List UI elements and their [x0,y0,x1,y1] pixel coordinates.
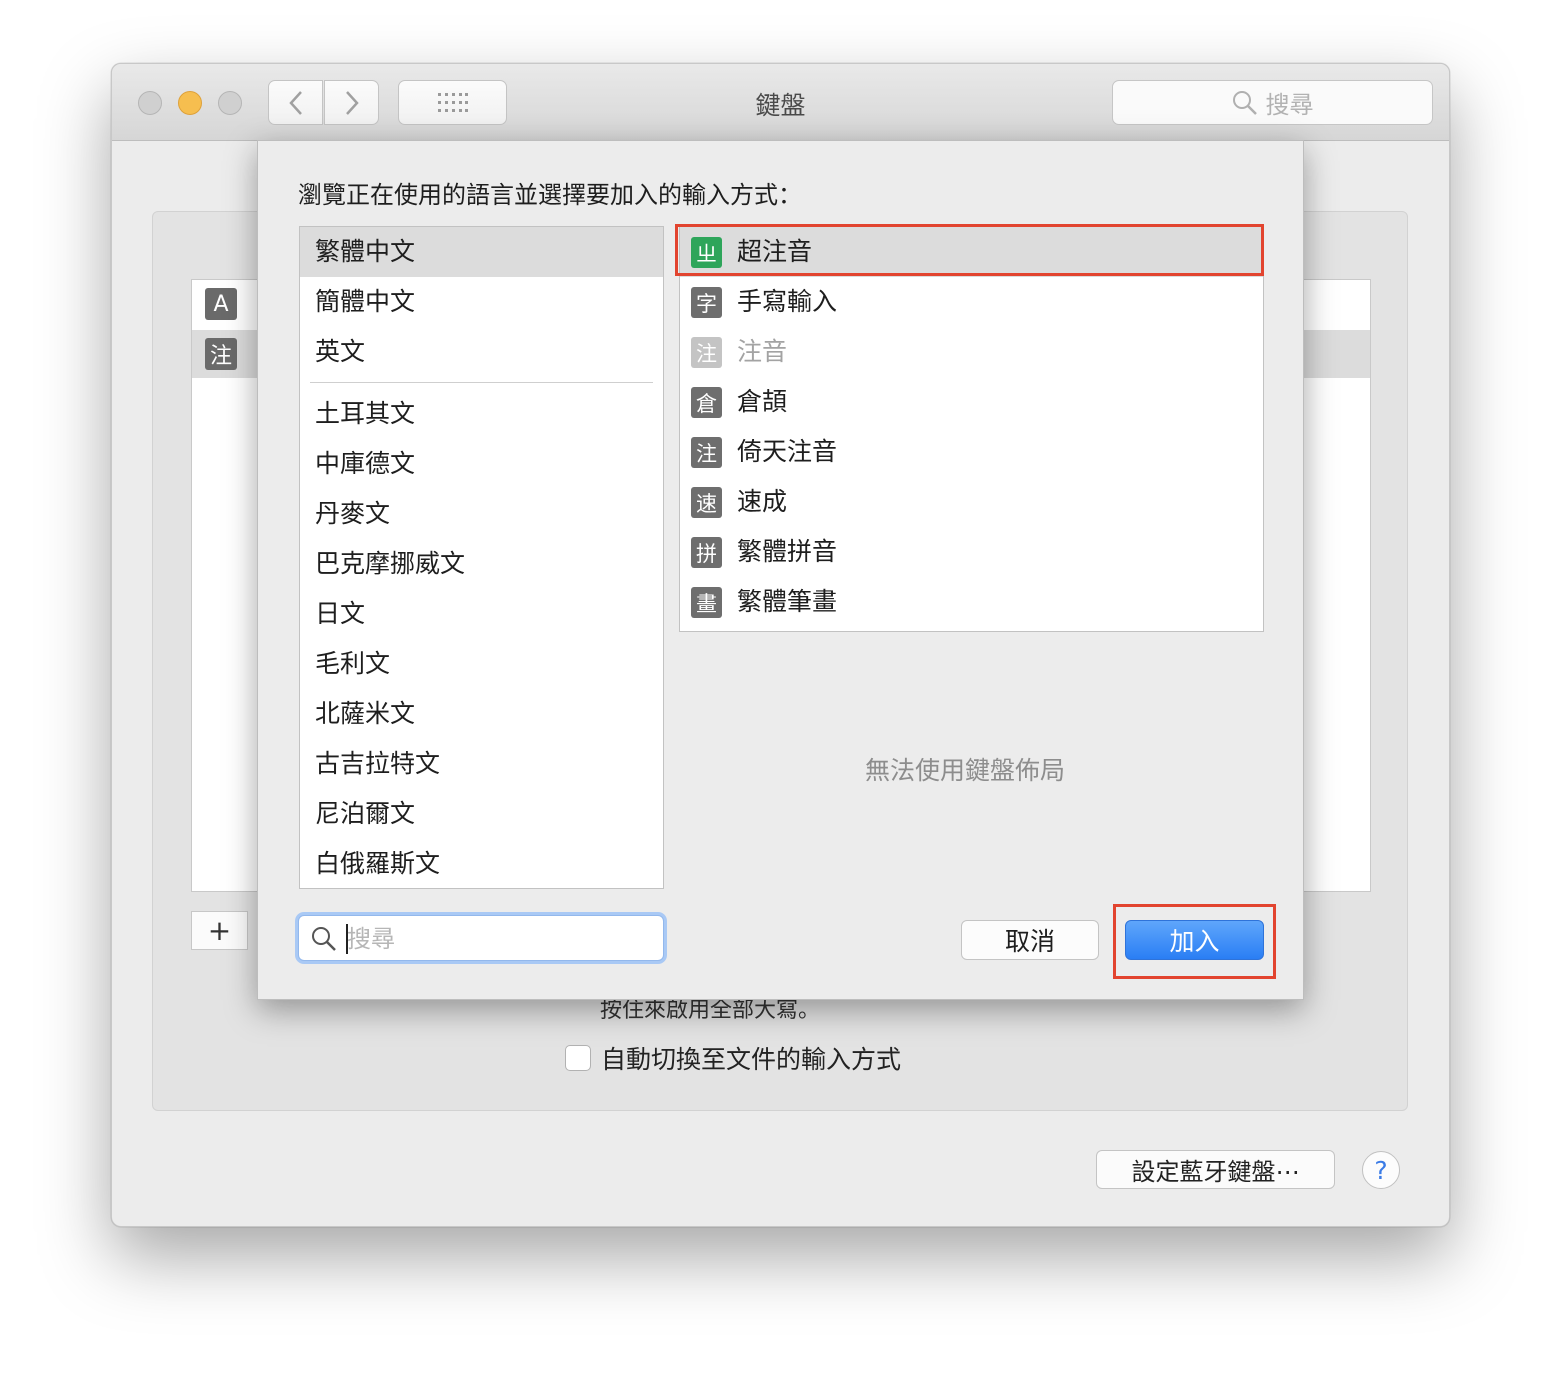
input-method-label: 繁體拼音 [737,537,838,566]
input-source-icon: 注 [205,338,237,370]
language-search-field[interactable] [298,915,664,961]
search-icon [1232,90,1257,115]
language-item[interactable]: 白俄羅斯文 [300,839,663,888]
language-item[interactable]: 巴克摩挪威文 [300,539,663,589]
input-method-label: 倉頡 [737,387,788,416]
stroke-icon: 畫 [691,587,722,618]
sucheng-icon: 速 [691,487,722,518]
input-method-item[interactable]: 畫 繁體筆畫 [680,577,1263,627]
language-item[interactable]: 中庫德文 [300,439,663,489]
language-item[interactable]: 北薩米文 [300,689,663,739]
zhuyin-eten-icon: 注 [691,437,722,468]
input-method-label: 速成 [737,487,788,516]
input-method-label: 注音 [737,337,788,366]
zhuyin-icon: ㄓ [691,237,722,268]
language-divider [310,382,653,383]
input-method-item[interactable]: 倉 倉頡 [680,377,1263,427]
help-button[interactable]: ? [1362,1151,1400,1189]
input-method-label: 超注音 [737,237,813,266]
language-item[interactable]: 尼泊爾文 [300,789,663,839]
language-item[interactable]: 土耳其文 [300,389,663,439]
language-search-input[interactable] [345,921,649,957]
language-item[interactable]: 英文 [300,327,663,377]
auto-switch-checkbox[interactable]: 自動切換至文件的輸入方式 [565,1040,901,1076]
input-method-item[interactable]: ㄓ 超注音 [680,227,1263,277]
add-button[interactable]: 加入 [1125,920,1264,960]
handwriting-icon: 字 [691,287,722,318]
input-source-icon: A [205,288,237,320]
language-item[interactable]: 丹麥文 [300,489,663,539]
input-method-label: 繁體筆畫 [737,587,838,616]
title-bar: 鍵盤 搜尋 [112,64,1449,141]
input-method-label: 倚天注音 [737,437,838,466]
input-method-item[interactable]: 字 手寫輸入 [680,277,1263,327]
checkbox-box[interactable] [565,1045,591,1071]
zhuyin-icon: 注 [691,337,722,368]
add-input-source-button[interactable]: + [191,911,248,950]
text-cursor [346,924,348,954]
input-method-label: 手寫輸入 [737,287,838,316]
no-layout-message: 無法使用鍵盤佈局 [865,756,1066,785]
setup-bluetooth-keyboard-button[interactable]: 設定藍牙鍵盤⋯ [1096,1150,1335,1189]
cancel-button[interactable]: 取消 [961,920,1099,960]
pinyin-icon: 拼 [691,537,722,568]
language-list: 繁體中文 簡體中文 英文 土耳其文 中庫德文 丹麥文 巴克摩挪威文 日文 毛利文… [299,226,664,889]
language-item[interactable]: 毛利文 [300,639,663,689]
input-method-item[interactable]: 速 速成 [680,477,1263,527]
search-icon [312,927,336,951]
language-item[interactable]: 繁體中文 [300,227,663,277]
add-input-source-sheet: 瀏覽正在使用的語言並選擇要加入的輸入方式： 繁體中文 簡體中文 英文 土耳其文 … [257,140,1304,1000]
toolbar-search-field[interactable]: 搜尋 [1112,80,1433,125]
input-method-list: ㄓ 超注音 字 手寫輸入 注 注音 倉 倉頡 注 倚天注音 速 速成 拼 繁體拼… [679,226,1264,632]
language-item[interactable]: 日文 [300,589,663,639]
cangjie-icon: 倉 [691,387,722,418]
input-method-item[interactable]: 注 倚天注音 [680,427,1263,477]
auto-switch-label: 自動切換至文件的輸入方式 [601,1045,902,1074]
sheet-prompt: 瀏覽正在使用的語言並選擇要加入的輸入方式： [298,181,802,209]
language-item[interactable]: 簡體中文 [300,277,663,327]
input-method-item: 注 注音 [680,327,1263,377]
input-method-item[interactable]: 拼 繁體拼音 [680,527,1263,577]
toolbar-search-placeholder: 搜尋 [1265,91,1314,119]
language-item[interactable]: 古吉拉特文 [300,739,663,789]
